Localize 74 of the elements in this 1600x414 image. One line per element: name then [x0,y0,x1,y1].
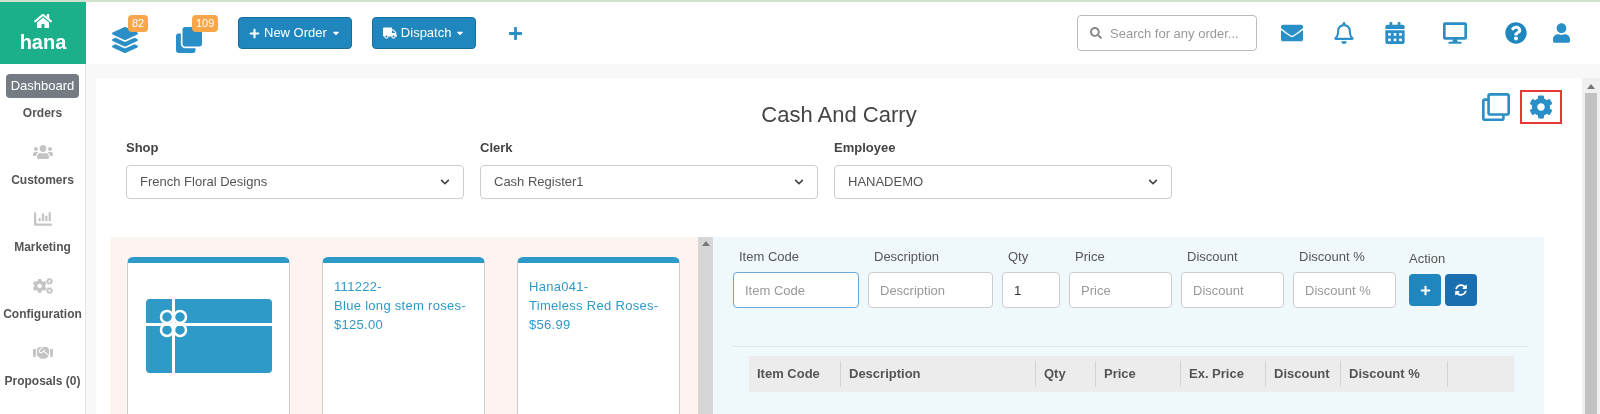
product-text: 111222- [334,277,383,296]
column-header: Item Code [749,361,841,387]
plus-icon [249,27,260,39]
tooltip: Dashboard [5,74,80,98]
select-field[interactable]: Cash Register1 [480,164,818,199]
add-button[interactable] [1409,274,1441,306]
field-label: Price [1075,247,1106,266]
stacked-papers-icon[interactable] [112,27,138,53]
product-text: $56.99 [529,315,572,334]
new-order-button[interactable]: New Order [238,17,352,49]
column-header: Discount % [1341,361,1448,387]
documents-icon[interactable] [176,27,202,53]
field-label: Discount % [1299,247,1366,266]
refresh-icon [1455,284,1467,296]
settings-button[interactable] [1520,90,1562,124]
product-text: Hana041- [529,277,590,296]
chevron-icon [794,176,804,187]
sidebar-item[interactable]: Proposals (0) [0,343,85,391]
input-field[interactable]: Price [1069,272,1172,308]
help-icon[interactable] [1505,22,1527,44]
scrollbar-thumb[interactable] [1585,93,1597,414]
column-header: Ex. Price [1181,361,1266,387]
bar-chart-icon [32,209,53,228]
home-icon [34,12,52,30]
product-tile[interactable] [127,256,290,414]
input-field[interactable]: 1 [1002,272,1060,308]
page-title: Cash And Carry [761,100,917,129]
gears-icon [32,276,53,295]
field-label: Description [874,247,941,266]
column-header: Discount [1266,361,1341,387]
input-field[interactable]: Item Code [733,272,859,308]
search-field[interactable]: Search for any order... [1077,15,1257,51]
plus-icon [1419,284,1431,296]
search-icon [1090,27,1102,39]
input-field[interactable]: Discount % [1293,272,1396,308]
column-header: Description [841,361,1036,387]
monitor-icon[interactable] [1443,22,1467,44]
dispatch-button[interactable]: Dispatch [371,17,477,49]
input-field[interactable]: Discount [1181,272,1284,308]
sidebar-item[interactable]: Customers [0,142,85,190]
select-field[interactable]: French Floral Designs [126,164,464,199]
product-text: Blue long stem roses- [334,296,468,315]
truck-icon [382,26,397,40]
user-icon[interactable] [1553,23,1570,43]
mail-icon[interactable] [1281,22,1303,44]
sidebar-item[interactable]: Configuration [0,276,85,324]
product-text: Timeless Red Roses- [529,296,660,315]
count-badge: 82 [128,15,149,32]
field-label: Shop [126,139,160,157]
users-icon [32,142,53,161]
field-label: Clerk [480,139,514,157]
field-label: Employee [834,139,897,157]
column-header: Price [1096,361,1181,387]
field-label: Discount [1187,247,1239,266]
field-label: Action [1409,249,1447,268]
count-badge: 109 [192,15,219,32]
logo-text: hana [19,30,67,54]
sidebar-item[interactable]: Marketing [0,209,85,257]
settings-icon [1529,95,1553,119]
copy-icon[interactable] [1482,93,1510,121]
sidebar-item[interactable]: Orders [0,103,85,123]
bell-icon[interactable] [1333,22,1355,44]
refresh-button[interactable] [1445,274,1477,306]
field-label: Qty [1008,247,1030,266]
product-text: $125.00 [334,315,385,334]
column-header: Qty [1036,361,1096,387]
input-field[interactable]: Description [868,272,993,308]
add-icon[interactable] [508,25,524,41]
gift-card-icon [145,298,272,373]
chevron-icon [1148,176,1158,187]
calendar-icon[interactable] [1385,22,1405,44]
select-field[interactable]: HANADEMO [834,164,1172,199]
chevron-icon [440,176,450,187]
field-label: Item Code [739,247,800,266]
